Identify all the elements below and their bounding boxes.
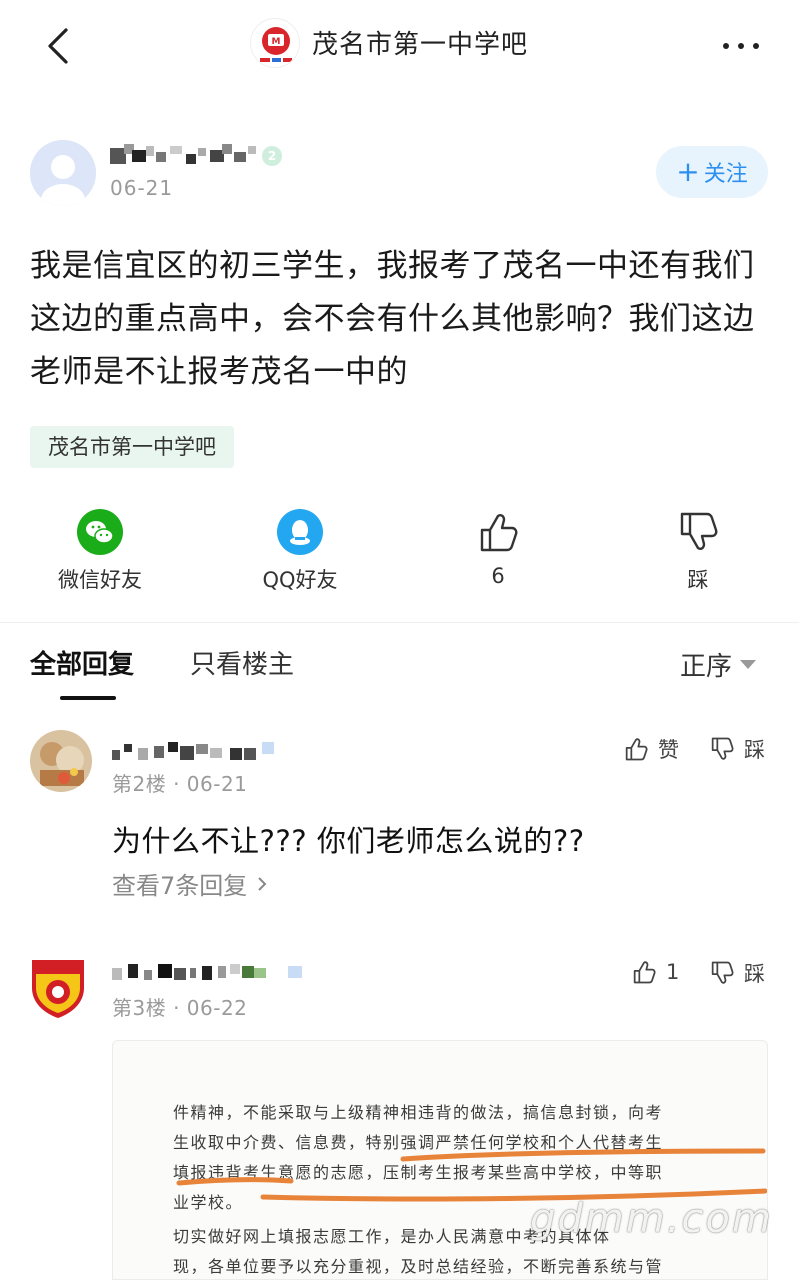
section-divider (0, 622, 799, 623)
follow-label: 关注 (703, 162, 748, 187)
more-options-icon[interactable] (716, 28, 766, 64)
share-wechat-button[interactable]: 微信好友 (40, 508, 160, 594)
thumbs-up-icon (633, 961, 656, 984)
reply-dislike-button[interactable]: 踩 (708, 734, 765, 764)
reply-floor-meta: 第3楼 · 06-22 (112, 996, 248, 1020)
post-date: 06-21 (110, 176, 174, 200)
site-watermark: gdmm.com (530, 1196, 773, 1242)
reply-dislike-button[interactable]: 踩 (708, 958, 765, 988)
thumbs-up-icon (474, 508, 522, 556)
chevron-down-icon (740, 660, 757, 669)
reply-content: 为什么不让??? 你们老师怎么说的?? (112, 824, 585, 858)
active-tab-indicator (60, 696, 116, 700)
chevron-right-icon (255, 872, 269, 900)
author-avatar[interactable] (30, 140, 96, 206)
qq-icon (276, 508, 324, 556)
dislike-label: 踩 (687, 568, 709, 592)
post-content: 我是信宜区的初三学生，我报考了茂名一中还有我们这边的重点高中，会不会有什么其他影… (30, 248, 755, 390)
plus-icon: + (676, 155, 700, 188)
sort-label: 正序 (680, 652, 733, 682)
tab-owner-only[interactable]: 只看楼主 (190, 644, 294, 681)
reply-like-button[interactable]: 赞 (622, 734, 679, 764)
forum-title[interactable]: 茂名市第一中学吧 (312, 24, 528, 61)
reply-avatar[interactable] (30, 730, 92, 792)
top-bar: M 茂名市第一中学吧 (0, 0, 799, 92)
share-wechat-label: 微信好友 (58, 568, 142, 592)
share-qq-button[interactable]: QQ好友 (240, 508, 360, 594)
thumbs-down-icon (711, 737, 734, 760)
follow-button[interactable]: + 关注 (656, 146, 768, 198)
thumbs-down-icon (674, 508, 722, 556)
dislike-button[interactable]: 踩 (638, 508, 758, 594)
reply-like-label: 赞 (658, 738, 679, 762)
view-sub-replies-link[interactable]: 查看7条回复 (112, 866, 269, 901)
reply-floor-meta: 第2楼 · 06-21 (112, 772, 248, 796)
like-count: 6 (491, 564, 505, 588)
reply-like-count: 1 (666, 960, 680, 984)
like-button[interactable]: 6 (438, 508, 558, 588)
sort-dropdown[interactable]: 正序 (680, 646, 757, 683)
reply-dislike-label: 踩 (744, 962, 765, 986)
author-name-blurred[interactable] (110, 140, 260, 168)
view-sub-replies-label: 查看7条回复 (112, 872, 248, 900)
share-qq-label: QQ好友 (262, 568, 338, 592)
svg-text:M: M (272, 37, 281, 47)
forum-tag[interactable]: 茂名市第一中学吧 (30, 426, 234, 468)
wechat-icon (76, 508, 124, 556)
reply-username-blurred[interactable] (112, 960, 312, 986)
reply-dislike-label: 踩 (744, 738, 765, 762)
reply-like-button[interactable]: 1 (630, 958, 679, 986)
user-level-badge: 2 (262, 146, 282, 166)
reply-attached-image[interactable]: 件精神，不能采取与上级精神相违背的做法，搞信息封锁，向考 生收取中介费、信息费，… (112, 1040, 768, 1280)
highlight-underlines (176, 1148, 767, 1202)
reply-avatar-team-logo[interactable] (22, 950, 94, 1022)
thumbs-up-icon (625, 738, 648, 761)
thumbs-down-icon (711, 961, 734, 984)
reply-username-blurred[interactable] (112, 738, 282, 764)
back-icon[interactable] (40, 24, 80, 68)
forum-logo[interactable]: M (250, 18, 300, 68)
tab-all-replies[interactable]: 全部回复 (30, 644, 134, 681)
